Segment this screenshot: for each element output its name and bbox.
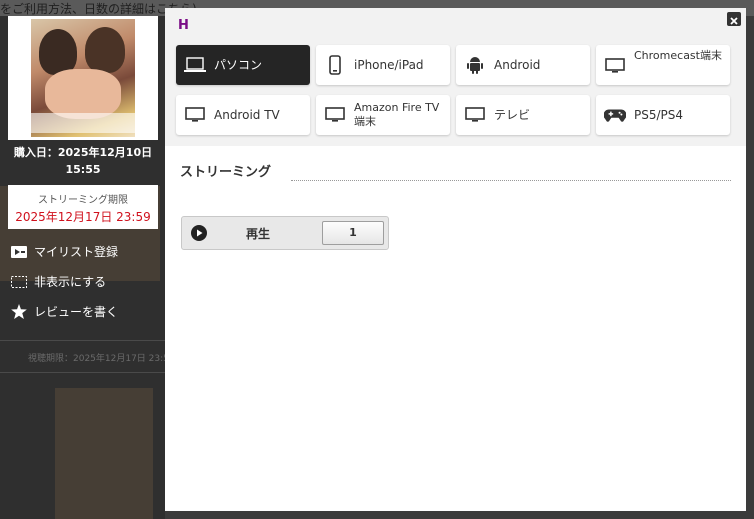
device-label: Chromecast端末 xyxy=(634,49,722,62)
mylist-add-button[interactable]: マイリスト登録 xyxy=(11,243,118,260)
star-icon xyxy=(11,304,27,319)
play-part-button[interactable]: 1 xyxy=(322,221,384,245)
device-label: テレビ xyxy=(494,108,531,122)
background-divider xyxy=(0,340,165,341)
device-tab-android-tv[interactable]: Android TV xyxy=(176,95,310,135)
hide-label: 非表示にする xyxy=(34,275,107,289)
monitor-icon xyxy=(604,55,626,77)
close-icon xyxy=(730,10,738,29)
cover-art xyxy=(31,19,135,137)
playback-modal: H パソコン iPhone/iPad Android Chromecast端末 … xyxy=(165,8,746,511)
gamepad-icon xyxy=(604,104,626,126)
device-tab-pc[interactable]: パソコン xyxy=(176,45,310,85)
device-tab-chromecast[interactable]: Chromecast端末 xyxy=(596,45,730,85)
play-bar: 再生 1 xyxy=(181,216,389,250)
hide-icon xyxy=(11,275,27,289)
section-divider xyxy=(291,180,731,181)
mylist-add-icon xyxy=(11,245,27,259)
play-label: 再生 xyxy=(246,227,271,241)
section-title: ストリーミング xyxy=(180,165,272,180)
hide-button[interactable]: 非表示にする xyxy=(11,273,106,290)
smartphone-icon xyxy=(324,54,346,76)
device-label: iPhone/iPad xyxy=(354,58,424,72)
device-selector-panel: H パソコン iPhone/iPad Android Chromecast端末 … xyxy=(165,8,746,146)
laptop-icon xyxy=(184,54,206,76)
monitor-icon xyxy=(184,104,206,126)
device-label: Android xyxy=(494,58,541,72)
device-label: PS5/PS4 xyxy=(634,108,684,122)
purchase-info: 購入日：2025年12月10日 15:55 xyxy=(8,144,158,178)
background-divider xyxy=(0,372,165,373)
device-tab-tv[interactable]: テレビ xyxy=(456,95,590,135)
device-label: パソコン xyxy=(214,58,263,72)
monitor-icon xyxy=(324,104,346,126)
device-label: Amazon Fire TV 端末 xyxy=(354,101,440,128)
streaming-limit-label: ストリーミング期限 xyxy=(38,195,128,206)
device-tab-ps5-ps4[interactable]: PS5/PS4 xyxy=(596,95,730,135)
close-button[interactable] xyxy=(727,12,741,26)
android-icon xyxy=(464,54,486,76)
cover-image[interactable] xyxy=(8,16,158,140)
streaming-limit-box: ストリーミング期限 2025年12月17日 23:59 xyxy=(8,185,158,229)
device-tab-iphone-ipad[interactable]: iPhone/iPad xyxy=(316,45,450,85)
write-review-button[interactable]: レビューを書く xyxy=(11,303,118,320)
mylist-add-label: マイリスト登録 xyxy=(34,245,119,259)
write-review-label: レビューを書く xyxy=(34,305,119,319)
streaming-limit-date: 2025年12月17日 23:59 xyxy=(15,210,151,224)
device-tab-fire-tv[interactable]: Amazon Fire TV 端末 xyxy=(316,95,450,135)
device-tab-android[interactable]: Android xyxy=(456,45,590,85)
device-label: Android TV xyxy=(214,108,280,122)
play-icon[interactable] xyxy=(191,225,207,245)
modal-title: H xyxy=(178,18,189,33)
monitor-icon xyxy=(464,104,486,126)
background-thumbnail xyxy=(55,388,153,519)
purchase-time: 15:55 xyxy=(65,163,101,176)
background-date: 視聴期限：2025年12月17日 23:59 xyxy=(28,354,175,364)
purchase-date: 購入日：2025年12月10日 xyxy=(13,146,153,159)
